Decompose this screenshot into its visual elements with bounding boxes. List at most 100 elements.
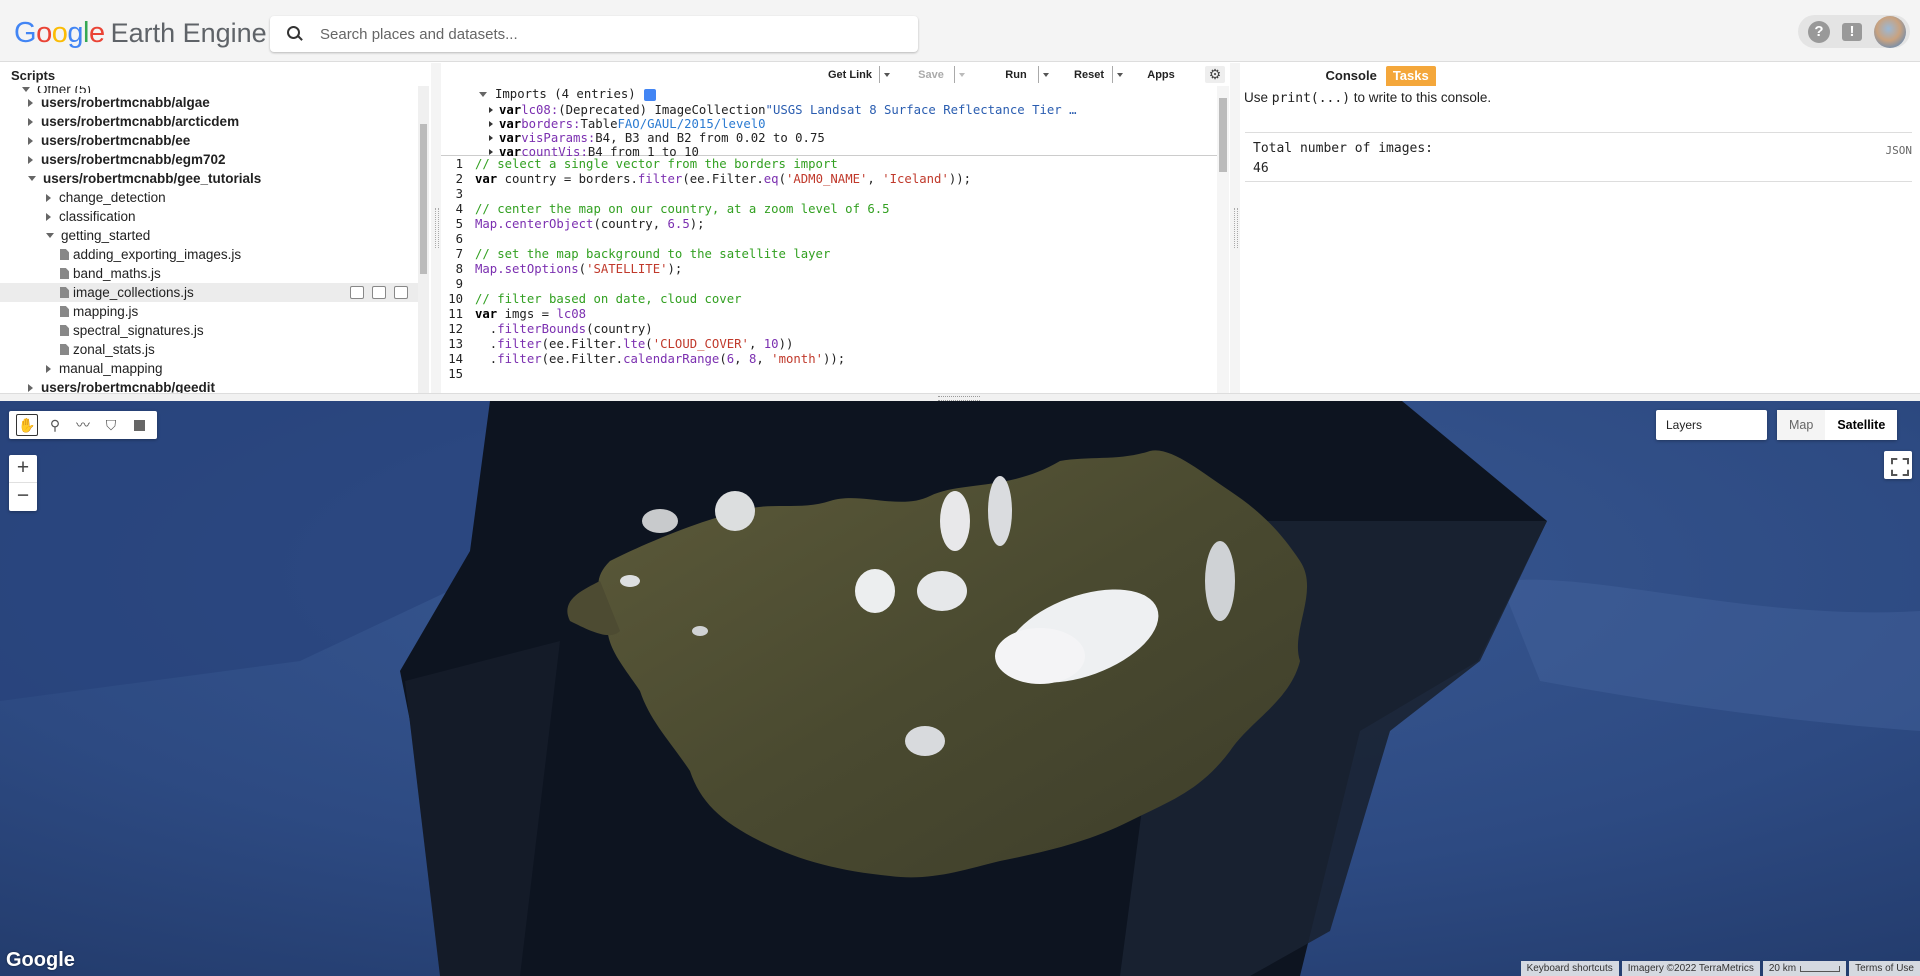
script-file-item[interactable]: image_collections.js bbox=[0, 283, 420, 302]
pan-hand-icon[interactable]: ✋ bbox=[16, 414, 38, 436]
tree-folder-item[interactable]: classification bbox=[0, 207, 420, 226]
apps-button[interactable]: Apps bbox=[1139, 66, 1183, 83]
script-file-item[interactable]: band_maths.js bbox=[0, 264, 420, 283]
zoom-in-button[interactable]: + bbox=[9, 455, 37, 483]
keyboard-shortcuts-link[interactable]: Keyboard shortcuts bbox=[1520, 961, 1619, 976]
history-icon[interactable] bbox=[350, 286, 364, 299]
code-text[interactable]: var country = borders.filter(ee.Filter.e… bbox=[475, 172, 1217, 187]
chevron-down-icon[interactable] bbox=[46, 233, 54, 238]
tree-folder-item[interactable]: users/robertmcnabb/algae bbox=[0, 93, 420, 112]
code-text[interactable]: Map.centerObject(country, 6.5); bbox=[475, 217, 1217, 232]
code-area[interactable]: Imports (4 entries) var lc08: (Deprecate… bbox=[441, 86, 1217, 393]
tree-folder-item[interactable]: users/robertmcnabb/egm702 bbox=[0, 150, 420, 169]
gear-icon[interactable]: ⚙ bbox=[1205, 66, 1225, 83]
right-splitter[interactable] bbox=[1230, 63, 1240, 393]
code-text[interactable]: .filter(ee.Filter.calendarRange(6, 8, 'm… bbox=[475, 352, 1217, 367]
chevron-right-icon[interactable] bbox=[489, 149, 493, 155]
chevron-right-icon[interactable] bbox=[28, 98, 33, 107]
code-scrollbar[interactable] bbox=[1217, 86, 1229, 393]
script-file-item[interactable]: adding_exporting_images.js bbox=[0, 245, 420, 264]
code-text[interactable]: .filter(ee.Filter.lte('CLOUD_COVER', 10)… bbox=[475, 337, 1217, 352]
marker-icon[interactable]: ⚲ bbox=[44, 414, 66, 436]
map-type-map-button[interactable]: Map bbox=[1777, 410, 1826, 440]
import-value[interactable]: FAO/GAUL/2015/level0 bbox=[617, 117, 765, 131]
reset-button[interactable]: Reset bbox=[1066, 66, 1128, 83]
code-text[interactable]: // set the map background to the satelli… bbox=[475, 247, 1217, 262]
tree-folder-item[interactable]: change_detection bbox=[0, 188, 420, 207]
script-file-item[interactable]: zonal_stats.js bbox=[0, 340, 420, 359]
tree-folder-item[interactable]: users/robertmcnabb/gee_tutorials bbox=[0, 169, 420, 188]
tree-folder-item[interactable]: getting_started bbox=[0, 226, 420, 245]
import-value[interactable]: "USGS Landsat 8 Surface Reflectance Tier… bbox=[766, 103, 1077, 117]
import-entry[interactable]: var visParams: B4, B3 and B2 from 0.02 t… bbox=[479, 131, 1217, 145]
tree-scrollbar[interactable] bbox=[418, 86, 429, 393]
code-text[interactable] bbox=[475, 232, 1217, 247]
scale-bar[interactable]: 20 km bbox=[1762, 961, 1847, 976]
chevron-right-icon[interactable] bbox=[28, 155, 33, 164]
search-input[interactable] bbox=[320, 25, 880, 43]
code-text[interactable]: Map.setOptions('SATELLITE'); bbox=[475, 262, 1217, 277]
import-entry[interactable]: var lc08: (Deprecated) ImageCollection "… bbox=[479, 103, 1217, 117]
code-text[interactable] bbox=[475, 367, 1217, 382]
tree-folder-item[interactable]: users/robertmcnabb/geedit bbox=[0, 378, 420, 393]
json-toggle[interactable]: JSON bbox=[1886, 141, 1913, 161]
code-token: 'ADM0_NAME' bbox=[785, 172, 868, 186]
polygon-draw-icon[interactable]: ⛉ bbox=[100, 414, 122, 436]
tree-folder-item[interactable]: Other (5) bbox=[0, 86, 420, 93]
code-text[interactable] bbox=[475, 277, 1217, 292]
chevron-right-icon[interactable] bbox=[28, 383, 33, 392]
chevron-right-icon[interactable] bbox=[28, 136, 33, 145]
script-file-item[interactable]: spectral_signatures.js bbox=[0, 321, 420, 340]
earth-engine-logo[interactable]: Google Earth Engine bbox=[14, 17, 267, 49]
tab-inspector[interactable]: Inspector bbox=[1244, 66, 1317, 86]
terms-link[interactable]: Terms of Use bbox=[1849, 961, 1920, 976]
show-code-icon[interactable] bbox=[643, 88, 656, 101]
chevron-right-icon[interactable] bbox=[489, 135, 493, 141]
code-text[interactable]: // select a single vector from the borde… bbox=[475, 157, 1217, 172]
chevron-right-icon[interactable] bbox=[489, 121, 493, 127]
chevron-right-icon[interactable] bbox=[46, 193, 51, 202]
imports-header[interactable]: Imports (4 entries) bbox=[479, 86, 1217, 103]
chevron-right-icon[interactable] bbox=[46, 212, 51, 221]
get-link-button[interactable]: Get Link bbox=[821, 66, 895, 83]
code-token: 10 bbox=[763, 337, 779, 351]
rectangle-draw-icon[interactable] bbox=[128, 414, 150, 436]
feedback-icon[interactable]: ! bbox=[1842, 22, 1862, 41]
collapse-icon[interactable] bbox=[479, 92, 487, 97]
delete-icon[interactable] bbox=[394, 286, 408, 299]
tab-tasks[interactable]: Tasks bbox=[1385, 66, 1436, 86]
chevron-right-icon[interactable] bbox=[489, 107, 493, 113]
tree-folder-item[interactable]: users/robertmcnabb/ee bbox=[0, 131, 420, 150]
code-text[interactable]: // filter based on date, cloud cover bbox=[475, 292, 1217, 307]
map-splitter[interactable] bbox=[0, 393, 1920, 401]
code-text[interactable] bbox=[475, 187, 1217, 202]
chevron-down-icon[interactable] bbox=[28, 176, 36, 181]
search-box[interactable] bbox=[270, 16, 918, 52]
help-icon[interactable]: ? bbox=[1808, 20, 1830, 43]
tab-assets[interactable]: Assets bbox=[112, 66, 169, 86]
code-text[interactable]: var imgs = lc08 bbox=[475, 307, 1217, 322]
map-view[interactable]: ✋ ⚲ 〰 ⛉ + − Layers Map Satellite Google … bbox=[0, 401, 1920, 976]
code-text[interactable]: .filterBounds(country) bbox=[475, 322, 1217, 337]
tab-docs[interactable]: Docs bbox=[64, 66, 110, 86]
save-button[interactable]: Save bbox=[908, 66, 970, 83]
left-splitter[interactable] bbox=[431, 63, 441, 393]
fullscreen-icon[interactable] bbox=[1884, 451, 1912, 479]
run-button[interactable]: Run bbox=[994, 66, 1054, 83]
zoom-out-button[interactable]: − bbox=[9, 483, 37, 511]
edit-icon[interactable] bbox=[372, 286, 386, 299]
import-entry[interactable]: var borders: Table FAO/GAUL/2015/level0 bbox=[479, 117, 1217, 131]
layers-dropdown[interactable]: Layers bbox=[1656, 410, 1767, 440]
tree-folder-item[interactable]: users/robertmcnabb/arcticdem bbox=[0, 112, 420, 131]
chevron-right-icon[interactable] bbox=[28, 117, 33, 126]
avatar[interactable] bbox=[1874, 15, 1906, 48]
script-file-item[interactable]: mapping.js bbox=[0, 302, 420, 321]
map-type-satellite-button[interactable]: Satellite bbox=[1825, 410, 1898, 440]
tab-scripts[interactable]: Scripts bbox=[4, 66, 63, 86]
chevron-down-icon[interactable] bbox=[22, 87, 30, 92]
code-text[interactable]: // center the map on our country, at a z… bbox=[475, 202, 1217, 217]
line-draw-icon[interactable]: 〰 bbox=[72, 414, 94, 436]
tree-folder-item[interactable]: manual_mapping bbox=[0, 359, 420, 378]
chevron-right-icon[interactable] bbox=[46, 364, 51, 373]
tab-console[interactable]: Console bbox=[1318, 66, 1384, 86]
